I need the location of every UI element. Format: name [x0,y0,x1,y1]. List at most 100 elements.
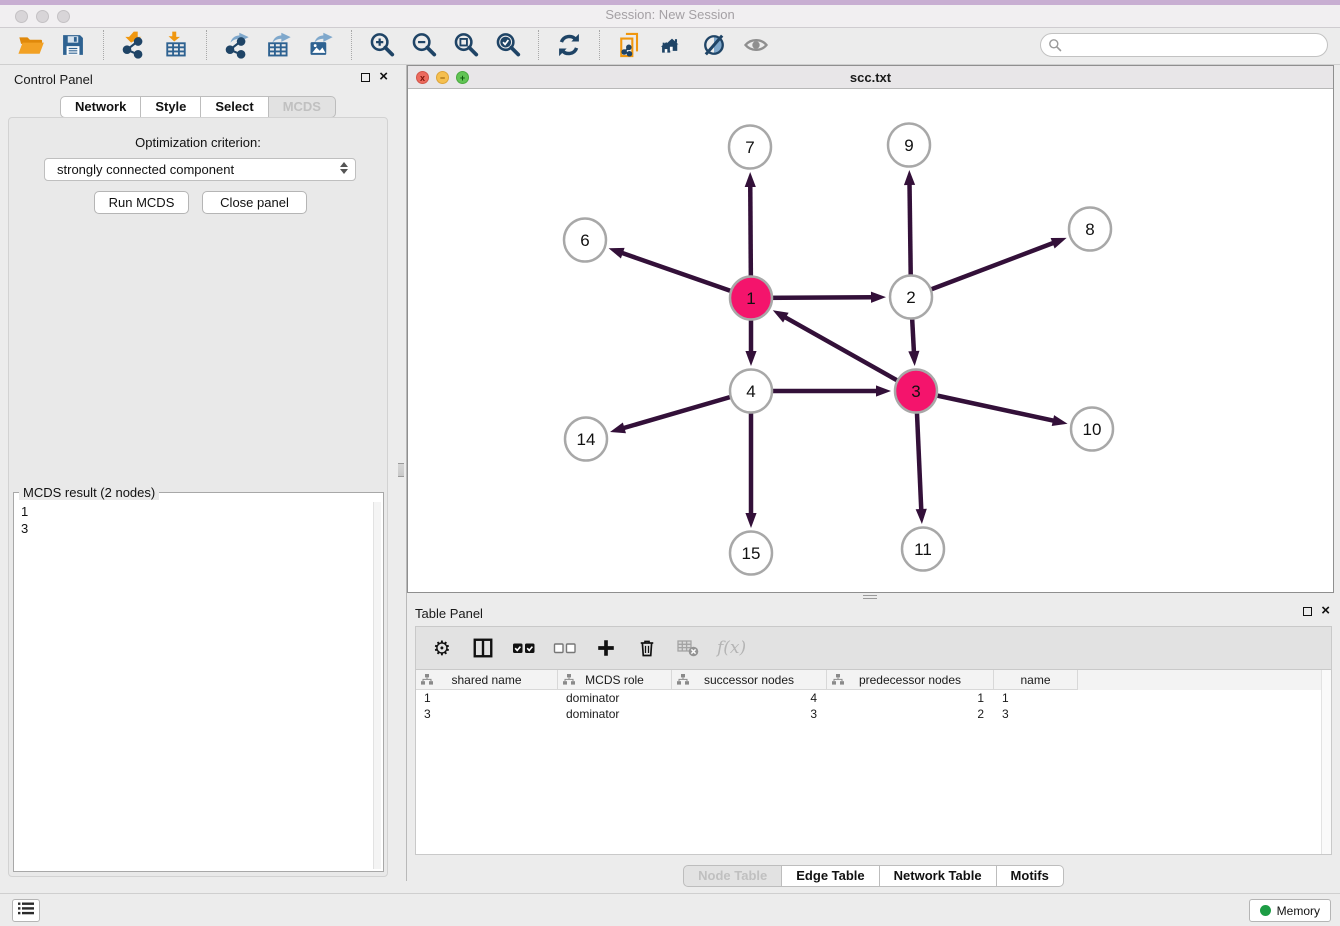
mcds-result-box: MCDS result (2 nodes) 1 3 [13,492,384,872]
criterion-select-value: strongly connected component [57,162,234,177]
memory-button[interactable]: Memory [1249,899,1331,922]
export-table-icon[interactable] [263,29,295,61]
column-header-MCDS-role[interactable]: MCDS role [558,670,672,690]
save-icon[interactable] [57,29,89,61]
tab-network[interactable]: Network [60,96,141,118]
close-panel-icon[interactable]: × [379,71,388,83]
import-table-icon[interactable] [160,29,192,61]
network-window-titlebar[interactable]: x − + scc.txt [408,66,1333,89]
zoom-selected-icon[interactable] [492,29,524,61]
tab-node-table[interactable]: Node Table [683,865,782,887]
table-row[interactable]: 3dominator323 [416,706,1331,722]
clear-selection-icon[interactable] [553,636,577,660]
home-icon[interactable] [656,29,688,61]
graph-node-10[interactable]: 10 [1071,408,1113,451]
graph-node-8[interactable]: 8 [1069,208,1111,251]
column-header-name[interactable]: name [994,670,1078,690]
tab-motifs[interactable]: Motifs [997,865,1064,887]
titlebar: Session: New Session [0,0,1340,28]
new-network-from-file-icon[interactable] [614,29,646,61]
float-panel-icon[interactable] [361,73,370,82]
control-panel-tabs: NetworkStyleSelectMCDS [0,96,396,118]
graph-edge-3-1[interactable] [773,310,916,391]
column-header-shared-name[interactable]: shared name [416,670,558,690]
network-canvas[interactable]: 7 9 6 8 1 2 4 3 14 10 15 11 [408,89,1333,592]
criterion-select[interactable]: strongly connected component [44,158,356,181]
split-pane-icon[interactable] [471,636,495,660]
result-scrollbar[interactable] [373,502,381,869]
horizontal-splitter[interactable] [407,593,1340,600]
search-icon [1048,38,1062,57]
export-image-icon[interactable] [305,29,337,61]
style-visibility-icon[interactable] [698,29,730,61]
vertical-splitter[interactable] [396,65,407,881]
zoom-out-icon[interactable] [408,29,440,61]
control-panel-title: Control Panel [14,72,93,87]
network-graph[interactable]: 7 9 6 8 1 2 4 3 14 10 15 11 [408,89,1333,592]
tab-style[interactable]: Style [141,96,201,118]
column-header-successor-nodes[interactable]: successor nodes [672,670,827,690]
graph-node-11[interactable]: 11 [902,528,944,571]
graph-node-15[interactable]: 15 [730,532,772,575]
graph-node-label: 2 [906,288,915,307]
graph-node-4[interactable]: 4 [730,370,772,413]
graph-node-label: 9 [904,136,913,155]
export-network-icon[interactable] [221,29,253,61]
graph-node-3[interactable]: 3 [895,370,937,413]
graph-edge-1-6[interactable] [609,248,751,298]
toolbar-divider [599,30,600,60]
tab-network-table[interactable]: Network Table [880,865,997,887]
graph-edge-2-8[interactable] [911,238,1067,297]
open-file-icon[interactable] [15,29,47,61]
table-panel: Table Panel × ⚙f(x) shared nameMCDS role… [407,600,1340,893]
control-panel-header: Control Panel × [0,65,396,93]
table-row[interactable]: 1dominator411 [416,690,1331,706]
toolbar-divider [103,30,104,60]
tab-select[interactable]: Select [201,96,268,118]
tab-mcds[interactable]: MCDS [269,96,336,118]
horizontal-splitter-grip[interactable] [863,595,877,599]
graph-node-2[interactable]: 2 [890,276,932,319]
zoom-in-icon[interactable] [366,29,398,61]
add-column-icon[interactable] [594,636,618,660]
attribute-icon [563,674,575,686]
graph-node-label: 6 [580,231,589,250]
graph-node-label: 7 [745,138,754,157]
graph-node-7[interactable]: 7 [729,126,771,169]
close-table-panel-icon[interactable]: × [1321,605,1330,617]
table-scrollbar[interactable] [1321,670,1331,854]
app-window: Session: New Session Control Panel × Net… [0,0,1340,926]
graph-node-6[interactable]: 6 [564,219,606,262]
select-all-icon[interactable] [512,636,536,660]
splitter-grip[interactable] [398,463,404,477]
eye-icon[interactable] [740,29,772,61]
task-history-button[interactable] [12,899,40,922]
mcds-result-text[interactable]: 1 3 [18,503,371,867]
zoom-fit-icon[interactable] [450,29,482,61]
search-field-wrap [1040,33,1328,57]
float-table-panel-icon[interactable] [1303,607,1312,616]
tab-edge-table[interactable]: Edge Table [782,865,879,887]
toolbar-icon-groups [10,29,777,61]
import-network-icon[interactable] [118,29,150,61]
graph-node-14[interactable]: 14 [565,418,607,461]
graph-node-1[interactable]: 1 [730,277,772,320]
network-window: x − + scc.txt 7 9 6 8 1 2 4 3 14 10 15 11 [407,65,1334,593]
graph-edge-3-10[interactable] [916,391,1068,426]
table-header-row: shared nameMCDS rolesuccessor nodesprede… [416,670,1331,690]
graph-node-label: 8 [1085,220,1094,239]
table-cell: dominator [558,690,672,706]
column-header-predecessor-nodes[interactable]: predecessor nodes [827,670,994,690]
window-title: Session: New Session [0,7,1340,22]
search-input[interactable] [1040,33,1328,57]
graph-node-9[interactable]: 9 [888,124,930,167]
table-settings-icon[interactable]: ⚙ [430,636,454,660]
table-cell: 3 [416,706,558,722]
optimization-criterion-label: Optimization criterion: [0,135,396,150]
close-panel-button[interactable]: Close panel [202,191,307,214]
refresh-icon[interactable] [553,29,585,61]
mcds-result-title: MCDS result (2 nodes) [19,485,159,500]
attribute-icon [421,674,433,686]
delete-column-icon[interactable] [635,636,659,660]
run-mcds-button[interactable]: Run MCDS [94,191,189,214]
